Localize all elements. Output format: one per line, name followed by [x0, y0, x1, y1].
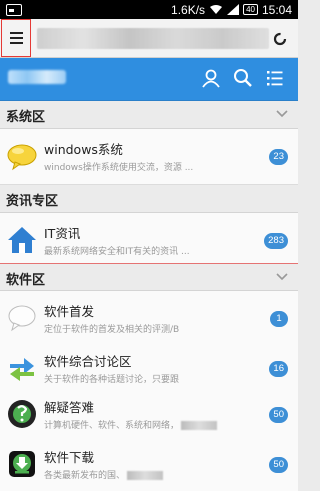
- chevron-down-icon: [276, 273, 288, 281]
- section-header-software[interactable]: 软件区: [0, 263, 298, 291]
- forum-row-download[interactable]: 软件下载 各类最新发布的国、 50: [0, 437, 298, 491]
- forum-name: 解疑答难: [44, 400, 95, 415]
- forum-row-windows[interactable]: windows系统 windows操作系统使用交流，资源 ... 23: [0, 129, 298, 185]
- forum-name: 软件首发: [44, 304, 95, 319]
- forum-description: 最新系统网络安全和IT有关的资讯 ...: [44, 247, 190, 257]
- clock: 15:04: [261, 2, 292, 17]
- network-speed: 1.6K/s: [171, 2, 206, 17]
- section-title: 系统区: [6, 110, 46, 125]
- section-header-system[interactable]: 系统区: [0, 101, 298, 129]
- browser-url-bar: [0, 19, 298, 58]
- user-icon[interactable]: [201, 68, 221, 88]
- help-globe-icon: [8, 400, 36, 428]
- post-count-badge: 1: [270, 311, 288, 327]
- download-icon: [9, 451, 35, 477]
- signal-icon: [227, 4, 240, 15]
- forum-description: windows操作系统使用交流，资源 ...: [44, 163, 194, 173]
- post-count-badge: 16: [269, 361, 288, 377]
- menu-button[interactable]: [1, 19, 31, 57]
- status-bar: 1.6K/s 40 15:04: [0, 0, 298, 19]
- forum-name: 软件下载: [44, 450, 95, 465]
- forum-name: windows系统: [44, 142, 123, 157]
- hamburger-icon: [9, 32, 23, 34]
- screenshot-notification-icon: [6, 3, 22, 16]
- forum-row-software-release[interactable]: 软件首发 定位于软件的首发及相关的评测/B 1: [0, 291, 298, 347]
- post-count-badge: 23: [269, 149, 288, 165]
- forum-name: IT资讯: [44, 226, 81, 241]
- forum-name: 软件综合讨论区: [44, 354, 132, 369]
- speech-bubble-yellow-icon: [7, 144, 37, 171]
- reload-icon[interactable]: [273, 32, 287, 46]
- exchange-arrows-icon: [10, 358, 34, 381]
- forum-description: 各类最新发布的国、: [44, 468, 238, 481]
- search-icon[interactable]: [233, 68, 253, 88]
- battery-level: 40: [243, 4, 258, 15]
- chevron-down-icon: [276, 110, 288, 118]
- url-field[interactable]: [37, 28, 269, 49]
- forum-row-it-news[interactable]: IT资讯 最新系统网络安全和IT有关的资讯 ... 283: [0, 213, 298, 269]
- site-logo: [8, 70, 66, 84]
- forum-row-qa[interactable]: 解疑答难 计算机硬件、软件、系统和网络， 50: [0, 387, 298, 443]
- house-icon: [8, 227, 36, 253]
- speech-bubble-white-icon: [8, 305, 36, 332]
- section-title: 资讯专区: [6, 194, 59, 209]
- post-count-badge: 283: [264, 233, 288, 249]
- post-count-badge: 50: [269, 457, 288, 473]
- list-icon[interactable]: [265, 68, 285, 88]
- post-count-badge: 50: [269, 407, 288, 423]
- section-header-news[interactable]: 资讯专区: [0, 185, 298, 213]
- wifi-icon: [209, 4, 223, 15]
- forum-description: 关于软件的各种话题讨论，只要跟: [44, 375, 180, 385]
- forum-description: 计算机硬件、软件、系统和网络，: [44, 418, 238, 431]
- forum-description: 定位于软件的首发及相关的评测/B: [44, 325, 180, 335]
- app-header: [0, 58, 298, 101]
- section-title: 软件区: [6, 273, 46, 288]
